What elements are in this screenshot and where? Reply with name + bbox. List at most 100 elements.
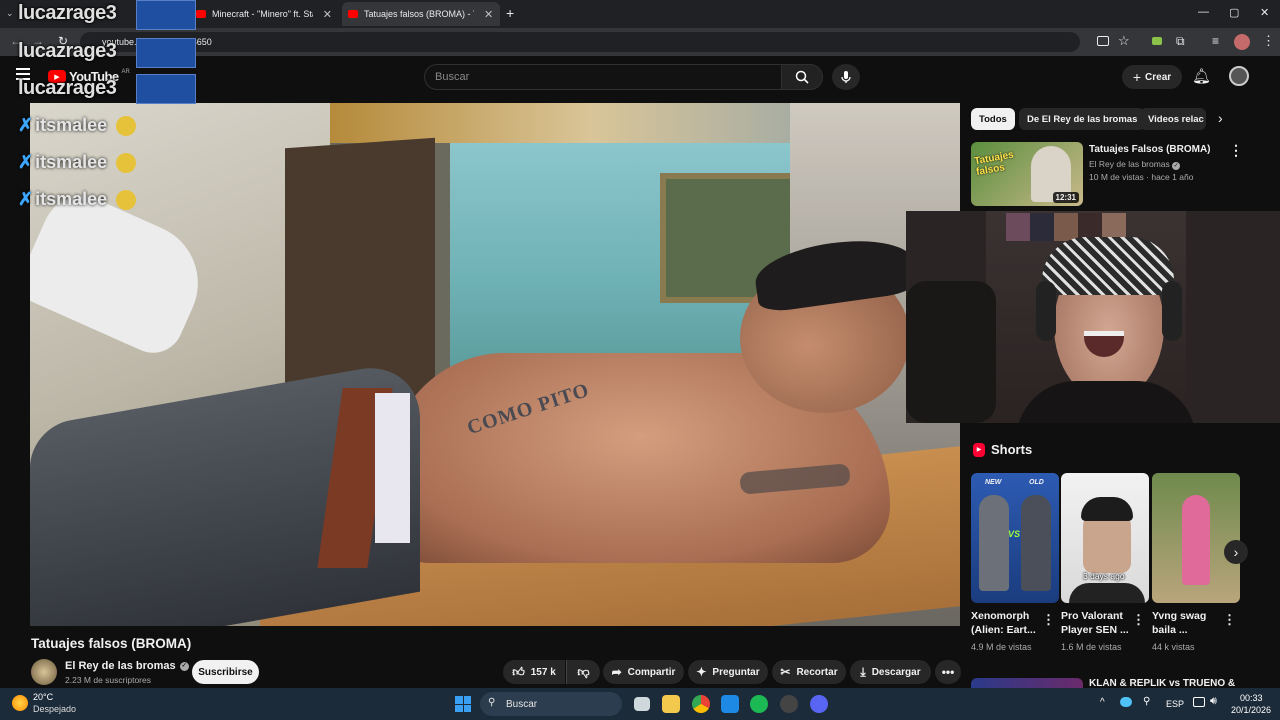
extensions-icon[interactable]: ⧉: [1176, 34, 1185, 49]
like-button[interactable]: 👍︎ 157 k: [503, 660, 565, 684]
download-icon: ⤓: [860, 664, 866, 679]
video-player[interactable]: COMO PITO: [30, 103, 960, 626]
clock-date[interactable]: 20/1/2026: [1231, 705, 1271, 715]
weather-temp: 20°C: [33, 692, 54, 702]
chip-todos[interactable]: Todos: [971, 108, 1015, 130]
short-thumbnail-yvng-swag[interactable]: [1152, 473, 1240, 603]
plus-icon: +: [1132, 69, 1142, 85]
tray-cloud-icon[interactable]: [1120, 697, 1132, 707]
tab-label: Minecraft - "Minero" ft. Starkin...: [212, 9, 313, 19]
webcam-headphones: [1162, 281, 1182, 341]
weather-icon[interactable]: [12, 695, 28, 711]
maximize-icon[interactable]: ▢: [1229, 6, 1239, 19]
voice-search-button[interactable]: [832, 64, 860, 90]
search-button[interactable]: [781, 64, 823, 90]
cast-icon[interactable]: [1097, 36, 1109, 46]
mark-icon: ✗: [18, 189, 34, 209]
recommended-thumbnail: Tatuajes falsos 12:31: [971, 142, 1083, 206]
overlay-chat-message: ✗ itsmalee: [18, 115, 137, 137]
ask-button[interactable]: ✦ Preguntar: [688, 660, 768, 684]
short-views: 1.6 M de vistas: [1061, 642, 1122, 652]
search-input[interactable]: Buscar: [424, 64, 782, 90]
recommended-meta: 10 M de vistas · hace 1 año: [1089, 172, 1194, 182]
webcam-chair: [906, 281, 996, 423]
share-button[interactable]: ➦ Compartir: [603, 660, 684, 684]
youtube-favicon-icon: [196, 10, 206, 18]
overlay-streamer-name: lucazrage3: [18, 2, 117, 24]
short-title[interactable]: Xenomorph (Alien: Eart...: [971, 609, 1041, 637]
short-dancer: [1182, 495, 1210, 585]
channel-name[interactable]: El Rey de las bromas ✓: [65, 660, 189, 672]
recommended-video-card[interactable]: Tatuajes falsos 12:31 Tatuajes Falsos (B…: [971, 142, 1261, 208]
short-person-shirt: [1069, 583, 1145, 603]
subscribe-button[interactable]: Suscribirse: [192, 660, 259, 684]
account-avatar[interactable]: [1229, 66, 1249, 86]
overlay-streamer-name: lucazrage3: [18, 77, 117, 99]
short-thumbnail-valorant[interactable]: 3 days ago: [1061, 473, 1149, 603]
more-options-icon[interactable]: ⋮: [1229, 142, 1243, 159]
tab-search-icon[interactable]: ⌄: [6, 8, 14, 19]
tab-minecraft[interactable]: Minecraft - "Minero" ft. Starkin... ✕: [190, 2, 338, 26]
dislike-button[interactable]: 👎︎: [566, 660, 600, 684]
task-view-icon[interactable]: [634, 697, 650, 711]
chevron-right-icon[interactable]: ›: [1218, 110, 1223, 126]
discord-icon[interactable]: [810, 695, 828, 713]
video-title: Tatuajes falsos (BROMA): [31, 636, 192, 651]
chip-videos-relacionados[interactable]: Videos relac: [1140, 108, 1206, 130]
recommended-video-card[interactable]: KLAN & REPLIK vs TRUENO &: [971, 676, 1261, 688]
webcam-overlay: [906, 211, 1280, 423]
spotify-icon[interactable]: [750, 695, 768, 713]
channel-avatar[interactable]: [31, 659, 57, 685]
more-options-icon[interactable]: ⋮: [1042, 612, 1055, 628]
file-explorer-icon[interactable]: [662, 695, 680, 713]
sparkle-icon: ✦: [696, 665, 707, 679]
search-icon: ⚲: [488, 697, 496, 708]
close-window-icon[interactable]: ✕: [1260, 6, 1269, 19]
scissors-icon: ✂: [780, 665, 791, 679]
tab-tatuajes[interactable]: Tatuajes falsos (BROMA) - YouT... ✕: [342, 2, 500, 26]
bookmark-star-icon[interactable]: ☆: [1118, 33, 1130, 49]
subscriber-count: 2.23 M de suscriptores: [65, 675, 151, 685]
tab-label: Tatuajes falsos (BROMA) - YouT...: [364, 9, 474, 19]
create-button[interactable]: + Crear: [1122, 65, 1182, 89]
extension-green-icon[interactable]: [1152, 37, 1162, 45]
thumbs-down-icon: 👎︎: [577, 664, 590, 679]
tray-mic-icon[interactable]: ⚲: [1143, 696, 1150, 707]
emote-icon: [116, 153, 137, 174]
language-indicator[interactable]: ESP: [1166, 699, 1184, 709]
clip-button[interactable]: ✂ Recortar: [772, 660, 846, 684]
close-icon[interactable]: ✕: [484, 8, 493, 21]
taskbar-search[interactable]: ⚲ Buscar: [480, 692, 622, 716]
microphone-icon: [841, 71, 851, 83]
url-field[interactable]: youtube... =DwED0ZFS650: [80, 32, 1080, 52]
chip-de-el-rey[interactable]: De El Rey de las bromas: [1019, 108, 1146, 130]
minimize-icon[interactable]: —: [1198, 6, 1209, 18]
clock-time[interactable]: 00:33: [1240, 693, 1263, 703]
shorts-next-button[interactable]: ›: [1224, 540, 1248, 564]
short-title[interactable]: Pro Valorant Player SEN ...: [1061, 609, 1131, 637]
volume-icon[interactable]: 🔊︎: [1210, 695, 1217, 708]
more-horizontal-icon: •••: [941, 665, 955, 679]
short-views: 44 k vistas: [1152, 642, 1195, 652]
thumbs-up-icon: 👍︎: [512, 664, 525, 679]
chrome-icon[interactable]: [692, 695, 710, 713]
new-tab-icon[interactable]: +: [506, 5, 514, 21]
more-actions-button[interactable]: •••: [935, 660, 961, 684]
download-button[interactable]: ⤓ Descargar: [850, 660, 931, 684]
network-icon[interactable]: [1193, 697, 1205, 707]
game-icon[interactable]: [780, 695, 798, 713]
emote-icon: [116, 116, 137, 137]
more-options-icon[interactable]: ⋮: [1223, 612, 1236, 628]
windows-start-icon[interactable]: [455, 696, 471, 712]
short-title[interactable]: Yvng swag baila ...: [1152, 609, 1222, 637]
profile-avatar[interactable]: [1234, 34, 1250, 50]
app-icon[interactable]: [721, 695, 739, 713]
short-thumbnail-xenomorph[interactable]: NEW OLD VS: [971, 473, 1059, 603]
media-icon[interactable]: ≡: [1212, 34, 1219, 48]
more-options-icon[interactable]: ⋮: [1132, 612, 1145, 628]
close-icon[interactable]: ✕: [323, 8, 332, 21]
browser-menu-icon[interactable]: ⋮: [1262, 33, 1275, 49]
tray-chevron-icon[interactable]: ^: [1100, 697, 1105, 708]
alien-figure: [979, 495, 1009, 591]
notifications-bell-icon[interactable]: 🔔︎: [1192, 67, 1211, 85]
